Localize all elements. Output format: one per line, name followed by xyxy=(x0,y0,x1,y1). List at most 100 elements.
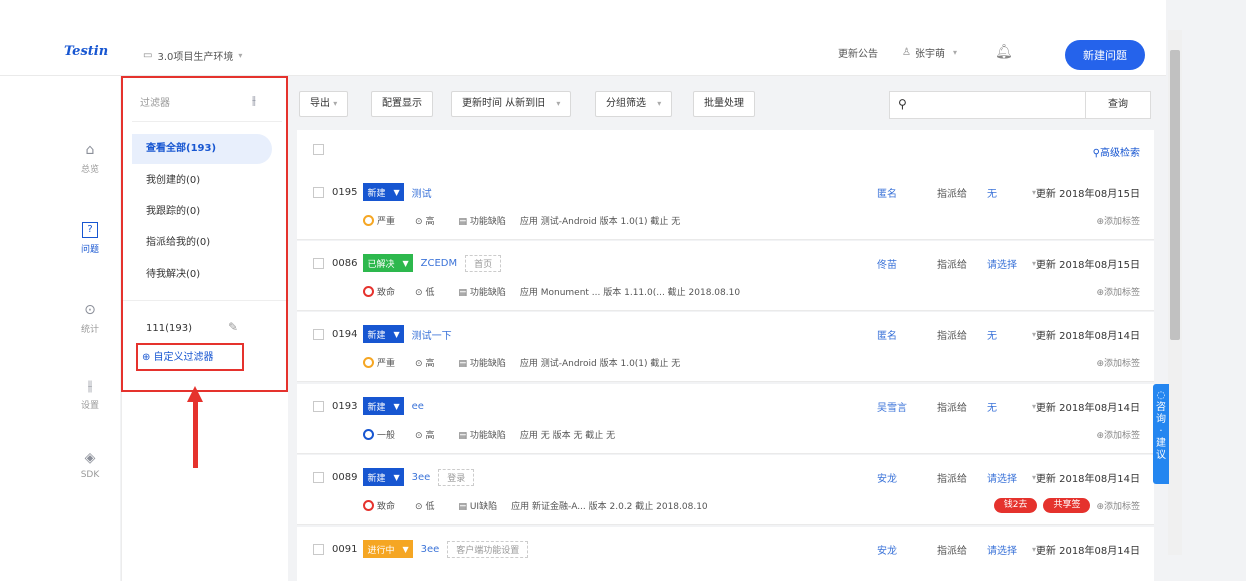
user-name[interactable]: 张宇萌 xyxy=(915,45,945,60)
edit-icon[interactable]: ✎ xyxy=(228,320,238,334)
select-all-checkbox[interactable] xyxy=(313,144,324,155)
project-selector[interactable]: ▭ 3.0项目生产环境 ▾ xyxy=(143,48,242,63)
add-tag-button[interactable]: ⊕添加标签 xyxy=(1096,428,1140,441)
nav-overview[interactable]: ⌂ 总览 xyxy=(70,142,110,175)
status-badge[interactable]: 新建 ▼ xyxy=(363,468,404,486)
table-row[interactable]: 0086 已解决 ▼ ZCEDM 首页 佟苗 指派给 请选择 ▾ 更新 2018年… xyxy=(297,241,1154,311)
issue-title[interactable]: 3ee xyxy=(412,472,431,483)
home-icon: ⌂ xyxy=(85,142,95,158)
table-row[interactable]: 0193 新建 ▼ ee 吴雪言 指派给 无 ▾ 更新 2018年08月14日 一… xyxy=(297,384,1154,454)
priority-icon: ⊙ xyxy=(415,501,423,512)
table-row[interactable]: 0194 新建 ▼ 测试一下 匿名 指派给 无 ▾ 更新 2018年08月14日 … xyxy=(297,312,1154,382)
nav-issues[interactable]: ? 问题 xyxy=(70,222,110,255)
severity-select[interactable]: 致命 xyxy=(363,285,395,298)
status-label: 已解决 xyxy=(367,259,395,270)
table-row[interactable]: 0089 新建 ▼ 3ee 登录 安龙 指派给 请选择 ▾ 更新 2018年08月… xyxy=(297,455,1154,525)
scrollbar-thumb[interactable] xyxy=(1170,50,1180,340)
add-tag-button[interactable]: ⊕添加标签 xyxy=(1096,356,1140,369)
new-issue-button[interactable]: 新建问题 xyxy=(1065,40,1145,70)
assign-to-select[interactable]: 无 xyxy=(987,327,997,342)
table-row[interactable]: 0091 进行中 ▼ 3ee 客户端功能设置 安龙 指派给 请选择 ▾ 更新 20… xyxy=(297,527,1154,581)
announce-link[interactable]: 更新公告 xyxy=(838,45,878,60)
severity-select[interactable]: 严重 xyxy=(363,356,395,369)
issue-title[interactable]: ee xyxy=(412,401,424,412)
type-select[interactable]: ▤ 功能缺陷 xyxy=(458,214,505,227)
nav-stats[interactable]: ⊙ 统计 xyxy=(70,302,110,335)
priority-select[interactable]: ⊙ 高 xyxy=(415,356,434,369)
filter-item-to-resolve[interactable]: 待我解决(0) xyxy=(132,260,272,290)
assignee[interactable]: 安龙 xyxy=(877,542,897,557)
issue-id: 0086 xyxy=(332,257,358,269)
row-checkbox[interactable] xyxy=(313,471,324,483)
updated-time: 更新 2018年08月15日 xyxy=(1035,259,1140,271)
priority-select[interactable]: ⊙ 高 xyxy=(415,428,434,441)
nav-settings[interactable]: ⫲ 设置 xyxy=(70,378,110,411)
assign-to-select[interactable]: 无 xyxy=(987,399,997,414)
add-custom-filter-link[interactable]: ⊕ 自定义过滤器 xyxy=(142,348,214,363)
sort-button[interactable]: 更新时间 从新到旧 ▾ xyxy=(451,91,572,117)
row-checkbox[interactable] xyxy=(313,186,324,198)
assign-to-select[interactable]: 请选择 xyxy=(987,542,1017,557)
assignee[interactable]: 吴雪言 xyxy=(877,399,907,414)
filter-item-assigned[interactable]: 指派给我的(0) xyxy=(132,228,272,258)
assign-to-select[interactable]: 无 xyxy=(987,185,997,200)
row-checkbox[interactable] xyxy=(313,543,324,555)
add-tag-button[interactable]: ⊕添加标签 xyxy=(1096,285,1140,298)
filter-item-followed[interactable]: 我跟踪的(0) xyxy=(132,197,272,227)
project-name: 3.0项目生产环境 xyxy=(157,52,234,63)
search-input[interactable]: ⚲ xyxy=(889,91,1089,119)
assignee[interactable]: 匿名 xyxy=(877,185,897,200)
sort-label: 更新时间 从新到旧 xyxy=(462,98,546,109)
row-checkbox[interactable] xyxy=(313,400,324,412)
assignee[interactable]: 佟苗 xyxy=(877,256,897,271)
feedback-tab[interactable]: ◌ 咨询·建议 xyxy=(1153,384,1169,484)
tag-pill[interactable]: 钱2去 xyxy=(993,497,1038,513)
status-badge[interactable]: 已解决 ▼ xyxy=(363,254,413,272)
nav-sdk[interactable]: ◈ SDK xyxy=(70,450,110,480)
issue-title[interactable]: ZCEDM xyxy=(421,258,457,269)
chat-icon: ◌ xyxy=(1156,390,1166,401)
table-row[interactable]: 0195 新建 ▼ 测试 匿名 指派给 无 ▾ 更新 2018年08月15日 严重… xyxy=(297,170,1154,240)
tag-pill[interactable]: 共享签 xyxy=(1043,497,1091,513)
group-button[interactable]: 分组筛选 ▾ xyxy=(595,91,673,117)
issue-title[interactable]: 测试 xyxy=(412,185,432,200)
severity-select[interactable]: 严重 xyxy=(363,214,395,227)
issue-id: 0089 xyxy=(332,471,358,483)
export-button[interactable]: 导出 ▾ xyxy=(299,91,349,117)
priority-select[interactable]: ⊙ 高 xyxy=(415,214,434,227)
assignee[interactable]: 匿名 xyxy=(877,327,897,342)
app-info: 应用 测试-Android 版本 1.0(1) 截止 无 xyxy=(519,358,681,369)
scrollbar[interactable] xyxy=(1168,30,1182,555)
row-checkbox[interactable] xyxy=(313,257,324,269)
status-badge[interactable]: 新建 ▼ xyxy=(363,183,404,201)
filter-item-created[interactable]: 我创建的(0) xyxy=(132,166,272,196)
type-select[interactable]: ▤ 功能缺陷 xyxy=(458,285,505,298)
row-checkbox[interactable] xyxy=(313,328,324,340)
assignee[interactable]: 安龙 xyxy=(877,470,897,485)
severity-select[interactable]: 致命 xyxy=(363,499,395,512)
advanced-search-link[interactable]: ⚲高级检索 xyxy=(1093,144,1140,159)
bell-icon[interactable]: 🔔︎ xyxy=(995,44,1013,60)
status-badge[interactable]: 新建 ▼ xyxy=(363,325,404,343)
add-tag-button[interactable]: ⊕添加标签 xyxy=(1096,214,1140,227)
type-select[interactable]: ▤ 功能缺陷 xyxy=(458,356,505,369)
batch-button[interactable]: 批量处理 xyxy=(693,91,755,117)
filter-settings-icon[interactable]: ⫲ xyxy=(252,93,256,108)
filter-item-all[interactable]: 查看全部(193) xyxy=(132,134,272,164)
status-badge[interactable]: 新建 ▼ xyxy=(363,397,404,415)
type-select[interactable]: ▤ 功能缺陷 xyxy=(458,428,505,441)
severity-select[interactable]: 一般 xyxy=(363,428,395,441)
assign-to-select[interactable]: 请选择 xyxy=(987,256,1017,271)
issue-title[interactable]: 3ee xyxy=(421,544,440,555)
priority-select[interactable]: ⊙ 低 xyxy=(415,285,434,298)
config-button[interactable]: 配置显示 xyxy=(371,91,433,117)
search-button[interactable]: 查询 xyxy=(1085,91,1151,119)
status-badge[interactable]: 进行中 ▼ xyxy=(363,540,413,558)
issue-title[interactable]: 测试一下 xyxy=(412,327,452,342)
custom-filter-item[interactable]: 111(193) xyxy=(132,314,272,344)
severity-icon xyxy=(363,357,374,368)
assign-to-select[interactable]: 请选择 xyxy=(987,470,1017,485)
priority-select[interactable]: ⊙ 低 xyxy=(415,499,434,512)
add-tag-button[interactable]: ⊕添加标签 xyxy=(1096,499,1140,512)
type-select[interactable]: ▤ UI缺陷 xyxy=(458,499,497,512)
